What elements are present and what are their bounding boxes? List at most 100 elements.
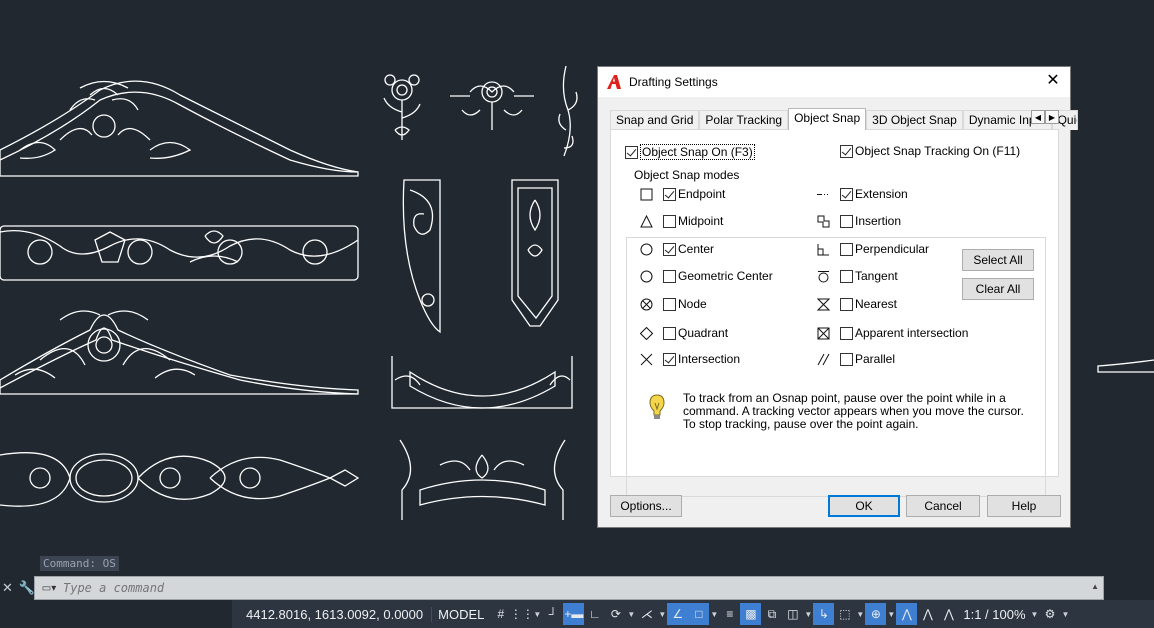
clear-all-button[interactable]: Clear All — [962, 278, 1034, 300]
tab-3d-object-snap[interactable]: 3D Object Snap — [866, 110, 963, 130]
lineweight-icon[interactable]: ≡ — [719, 603, 740, 625]
drafting-settings-dialog: Drafting Settings ✕ Snap and Grid Polar … — [597, 66, 1078, 528]
osnap-on-toggle[interactable]: Object Snap On (F3) — [625, 144, 755, 160]
cancel-button[interactable]: Cancel — [906, 495, 980, 517]
selection-cycling-icon[interactable]: ⧉ — [761, 603, 782, 625]
left-mode-geometric-center[interactable]: Geometric Center — [635, 269, 773, 283]
insertion-marker-icon — [812, 215, 834, 228]
auto-scale-icon[interactable]: ⋀ — [917, 603, 938, 625]
mode-checkbox[interactable] — [840, 326, 853, 340]
ok-button[interactable]: OK — [828, 495, 900, 517]
osnap-tracking-toggle[interactable]: Object Snap Tracking On (F11) — [840, 144, 1020, 158]
mode-checkbox[interactable] — [840, 214, 853, 228]
tab-scroll-right-icon[interactable]: ▶ — [1045, 110, 1059, 124]
mode-label: Intersection — [678, 352, 741, 366]
grid-icon[interactable]: # — [490, 603, 511, 625]
left-mode-quadrant[interactable]: Quadrant — [635, 326, 728, 340]
snap-mode-icon[interactable]: ⋮⋮ — [510, 603, 534, 625]
command-input[interactable] — [63, 581, 1023, 595]
isometric-drafting-icon[interactable]: ⋌ — [636, 603, 657, 625]
polar-tracking-icon[interactable]: ⟳ — [605, 603, 626, 625]
right-mode-nearest[interactable]: Nearest — [812, 297, 897, 311]
left-mode-midpoint[interactable]: Midpoint — [635, 214, 723, 228]
3d-osnap-icon[interactable]: ◫ — [782, 603, 803, 625]
right-mode-tangent[interactable]: Tangent — [812, 269, 898, 283]
ornament-valance-2 — [399, 439, 566, 520]
mode-checkbox[interactable] — [840, 297, 853, 311]
mode-label: Parallel — [855, 352, 896, 366]
tracking-info-text: To track from an Osnap point, pause over… — [683, 391, 1024, 431]
filter-dropdown-icon[interactable]: ▼ — [855, 610, 865, 619]
mode-checkbox[interactable] — [840, 352, 853, 366]
close-command-icon[interactable]: ✕ — [2, 580, 13, 596]
tab-snap-and-grid[interactable]: Snap and Grid — [610, 110, 700, 130]
right-mode-apparent-intersection[interactable]: Apparent intersection — [812, 326, 968, 340]
circle-marker-icon — [635, 243, 657, 256]
tab-polar-tracking[interactable]: Polar Tracking — [699, 110, 789, 130]
snap-dropdown-icon[interactable]: ▼ — [532, 610, 542, 619]
command-prompt-icon[interactable]: ▭▾ — [35, 577, 63, 599]
ornament-flower-1 — [383, 74, 421, 140]
object-snap-tracking-icon[interactable]: ∠ — [667, 603, 689, 625]
osnap-on-checkbox[interactable] — [625, 145, 638, 159]
lightbulb-icon — [649, 394, 665, 419]
settings-dropdown-icon[interactable]: ▼ — [1061, 610, 1071, 619]
options-button[interactable]: Options... — [610, 495, 682, 517]
status-bar: 4412.8016, 1613.0092, 0.0000 MODEL # ⋮⋮ … — [0, 600, 1154, 628]
mode-checkbox[interactable] — [663, 187, 676, 201]
mode-checkbox[interactable] — [840, 269, 853, 283]
ortho-mode-icon[interactable]: ∟ — [584, 603, 605, 625]
gear-icon[interactable]: ⚙ — [1040, 603, 1061, 625]
mode-checkbox[interactable] — [663, 352, 676, 366]
scale-dropdown-icon[interactable]: ▼ — [1030, 610, 1040, 619]
ornament-frieze-2 — [0, 452, 360, 507]
mode-checkbox[interactable] — [840, 187, 853, 201]
mode-checkbox[interactable] — [663, 326, 676, 340]
mode-label: Insertion — [855, 214, 902, 228]
annotation-scale-value[interactable]: 1:1 / 100% — [959, 607, 1029, 622]
select-all-button[interactable]: Select All — [962, 249, 1034, 271]
model-space-button[interactable]: MODEL — [431, 606, 490, 622]
mode-checkbox[interactable] — [663, 269, 676, 283]
annotation-scale-icon[interactable]: ⋀ — [938, 603, 959, 625]
annotation-visibility-icon[interactable]: ⋀ — [896, 603, 918, 625]
mode-checkbox[interactable] — [663, 214, 676, 228]
mode-checkbox[interactable] — [663, 242, 676, 256]
isometric-dropdown-icon[interactable]: ▼ — [657, 610, 667, 619]
right-mode-insertion[interactable]: Insertion — [812, 214, 901, 228]
dynamic-ucs-icon[interactable]: ↳ — [813, 603, 835, 625]
3d-osnap-dropdown-icon[interactable]: ▼ — [803, 610, 813, 619]
osnap-dropdown-icon[interactable]: ▼ — [709, 610, 719, 619]
gizmo-dropdown-icon[interactable]: ▼ — [886, 610, 896, 619]
coordinates-readout[interactable]: 4412.8016, 1613.0092, 0.0000 — [232, 607, 431, 622]
infer-constraints-icon[interactable]: ┘ — [542, 603, 563, 625]
right-mode-parallel[interactable]: Parallel — [812, 352, 895, 366]
dialog-title-bar[interactable]: Drafting Settings ✕ — [598, 67, 1070, 97]
transparency-icon[interactable]: ▩ — [740, 603, 762, 625]
gizmo-icon[interactable]: ⊕ — [865, 603, 887, 625]
right-mode-perpendicular[interactable]: Perpendicular — [812, 242, 929, 256]
tab-scroll-arrows: ◀ ▶ — [1031, 110, 1059, 124]
left-mode-node[interactable]: Node — [635, 297, 707, 311]
command-history: Command: OS — [40, 556, 119, 571]
wrench-icon[interactable]: 🔧 — [19, 580, 35, 596]
mode-checkbox[interactable] — [840, 242, 853, 256]
mode-checkbox[interactable] — [663, 297, 676, 311]
polar-dropdown-icon[interactable]: ▼ — [626, 610, 636, 619]
object-snap-icon[interactable]: □ — [688, 603, 710, 625]
mode-label: Perpendicular — [855, 242, 930, 256]
dynamic-input-icon[interactable]: +▬ — [563, 603, 585, 625]
right-mode-extension[interactable]: Extension — [812, 187, 908, 201]
osnap-tracking-checkbox[interactable] — [840, 144, 853, 158]
left-mode-center[interactable]: Center — [635, 242, 714, 256]
selection-filter-icon[interactable]: ⬚ — [834, 603, 855, 625]
command-scroll-up-icon[interactable]: ▲ — [1091, 582, 1099, 591]
extension-marker-icon — [812, 188, 834, 201]
left-mode-intersection[interactable]: Intersection — [635, 352, 740, 366]
tab-scroll-left-icon[interactable]: ◀ — [1031, 110, 1045, 124]
help-button[interactable]: Help — [987, 495, 1061, 517]
x-marker-icon — [635, 353, 657, 366]
left-mode-endpoint[interactable]: Endpoint — [635, 187, 725, 201]
tab-object-snap[interactable]: Object Snap — [788, 108, 867, 130]
close-icon[interactable]: ✕ — [1042, 71, 1064, 93]
